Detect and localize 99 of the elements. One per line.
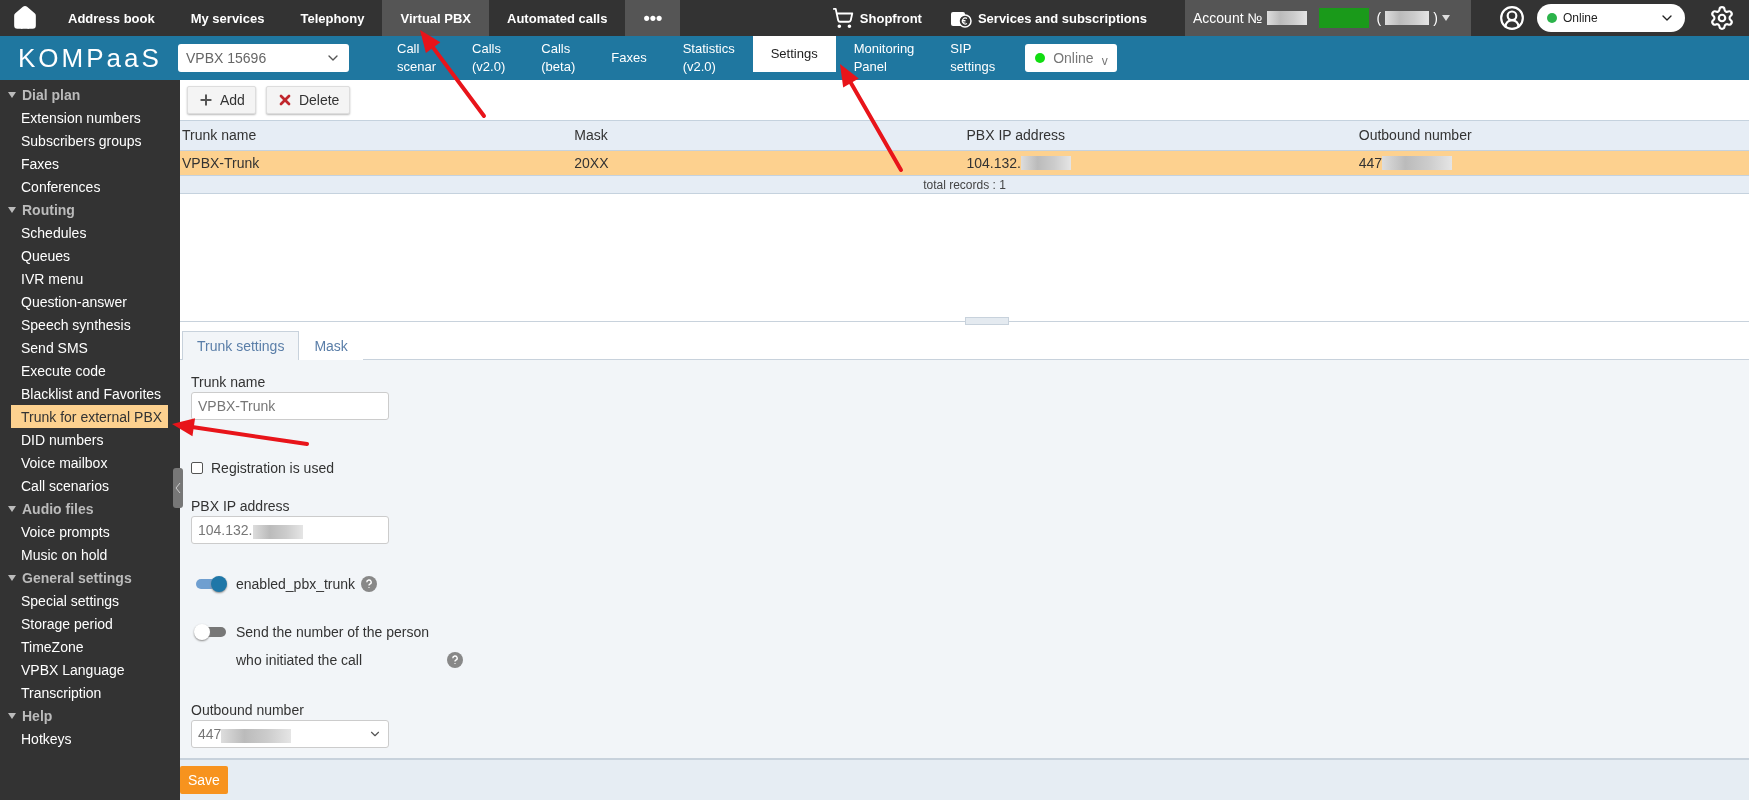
sidebar-item[interactable]: Trunk for external PBX bbox=[11, 405, 168, 428]
table-cell: 447 bbox=[1356, 150, 1749, 175]
caret-icon bbox=[8, 712, 16, 719]
toggle-label: Send the number of the person who initiated the call bbox=[236, 623, 431, 671]
help-icon[interactable] bbox=[447, 652, 463, 669]
collapse-handle[interactable] bbox=[173, 468, 183, 508]
sidebar-item[interactable]: TimeZone bbox=[11, 635, 168, 658]
caret-icon bbox=[1441, 15, 1450, 21]
plus-icon bbox=[198, 91, 214, 108]
sidebar-item[interactable]: Faxes bbox=[11, 152, 168, 175]
sidebar-item[interactable]: Special settings bbox=[11, 589, 168, 612]
redaction-blur bbox=[1318, 8, 1369, 28]
column-header[interactable]: Outbound number bbox=[1356, 119, 1749, 151]
splitter-handle[interactable] bbox=[964, 317, 1009, 326]
field-label: Outbound number bbox=[191, 702, 305, 719]
header-tab[interactable]: Calls (v2.0) bbox=[454, 36, 524, 80]
sidebar-item[interactable]: Voice mailbox bbox=[11, 451, 168, 474]
table-footer: total records : 1 bbox=[180, 174, 1749, 195]
sidebar-item[interactable]: Music on hold bbox=[11, 543, 168, 566]
redaction-blur bbox=[252, 524, 303, 539]
caret-icon bbox=[8, 574, 16, 581]
header-tab[interactable]: Settings bbox=[752, 36, 836, 72]
shopfront-link[interactable]: Shopfront bbox=[813, 0, 940, 36]
header-tab[interactable]: SIP settings bbox=[932, 36, 1014, 80]
sidebar-item[interactable]: Extension numbers bbox=[11, 106, 168, 129]
field-label: PBX IP address bbox=[191, 498, 291, 515]
sidebar-item[interactable]: DID numbers bbox=[11, 428, 168, 451]
sidebar-item[interactable]: Execute code bbox=[11, 359, 168, 382]
nav-tab[interactable]: Automated calls bbox=[489, 0, 626, 36]
sidebar-group[interactable]: General settings bbox=[0, 566, 170, 589]
status-select[interactable]: Online v bbox=[1025, 44, 1118, 72]
vpbx-select[interactable]: VPBX 15696 bbox=[178, 44, 349, 72]
toggle-label: enabled_pbx_trunk bbox=[236, 575, 356, 595]
sidebar-group[interactable]: Dial plan bbox=[0, 83, 170, 106]
account-paren: ( bbox=[1376, 10, 1382, 26]
text-field[interactable]: 104.132. bbox=[191, 516, 389, 545]
sidebar-item[interactable]: Blacklist and Favorites bbox=[11, 382, 168, 405]
checkbox-label: Registration is used bbox=[211, 460, 334, 477]
column-header[interactable]: Trunk name bbox=[180, 119, 573, 151]
sidebar-item[interactable]: IVR menu bbox=[11, 267, 168, 290]
sidebar-item[interactable]: Transcription bbox=[11, 681, 168, 704]
header-tab[interactable]: Call scenar bbox=[379, 36, 455, 80]
sidebar-item[interactable]: Subscribers groups bbox=[11, 129, 168, 152]
column-header[interactable]: PBX IP address bbox=[964, 119, 1357, 151]
redaction-blur bbox=[1266, 11, 1307, 25]
home-icon[interactable] bbox=[12, 5, 38, 31]
redaction-blur bbox=[1382, 155, 1453, 170]
add-button[interactable]: Add bbox=[187, 85, 256, 114]
help-icon[interactable] bbox=[361, 576, 378, 593]
logo: KOMPaaS bbox=[17, 41, 163, 75]
sidebar-item[interactable]: Call scenarios bbox=[11, 474, 168, 497]
header-tab[interactable]: Statistics (v2.0) bbox=[664, 36, 753, 80]
more-button[interactable]: ••• bbox=[625, 0, 681, 36]
caret-icon bbox=[8, 91, 16, 98]
sidebar-item[interactable]: Hotkeys bbox=[11, 727, 168, 750]
sidebar-item[interactable]: VPBX Language bbox=[11, 658, 168, 681]
status-dot bbox=[1035, 53, 1046, 63]
select-field[interactable]: 447 bbox=[191, 720, 389, 749]
delete-button[interactable]: Delete bbox=[265, 85, 351, 114]
account-menu[interactable]: Account № ( ) bbox=[1185, 0, 1471, 36]
account-label: Account № bbox=[1193, 10, 1263, 26]
redaction-blur bbox=[1021, 155, 1071, 170]
header-tab[interactable]: Monitoring Panel bbox=[835, 36, 933, 80]
header-tab[interactable]: Faxes bbox=[593, 36, 665, 80]
table-cell: VPBX-Trunk bbox=[180, 150, 573, 175]
sidebar-item[interactable]: Conferences bbox=[11, 175, 168, 198]
sidebar-group[interactable]: Audio files bbox=[0, 497, 170, 520]
sidebar-item[interactable]: Send SMS bbox=[11, 336, 168, 359]
status-select[interactable]: Online bbox=[1537, 4, 1685, 32]
sidebar-item[interactable]: Storage period bbox=[11, 612, 168, 635]
nav-tab[interactable]: Virtual PBX bbox=[382, 0, 490, 36]
redaction-blur bbox=[221, 728, 292, 743]
sidebar-group[interactable]: Help bbox=[0, 704, 170, 727]
settings-icon[interactable] bbox=[1709, 5, 1735, 31]
redaction-blur bbox=[1385, 11, 1430, 25]
table-cell: 104.132. bbox=[964, 150, 1357, 175]
sidebar-item[interactable]: Voice prompts bbox=[11, 520, 168, 543]
sidebar-item[interactable]: Speech synthesis bbox=[11, 313, 168, 336]
nav-tab[interactable]: My services bbox=[172, 0, 283, 36]
caret-icon bbox=[8, 505, 16, 512]
sidebar-item[interactable]: Queues bbox=[11, 244, 168, 267]
status-dot bbox=[1547, 13, 1557, 23]
header-tab[interactable]: Calls (beta) bbox=[523, 36, 594, 80]
table-cell: 20XX bbox=[572, 150, 965, 175]
text-field[interactable]: VPBX-Trunk bbox=[191, 392, 389, 421]
form-tab[interactable]: Trunk settings bbox=[182, 331, 300, 361]
user-icon[interactable] bbox=[1499, 5, 1525, 31]
nav-tab[interactable]: Telephony bbox=[282, 0, 383, 36]
account-paren: ) bbox=[1433, 10, 1438, 26]
services-link[interactable]: Services and subscriptions bbox=[939, 0, 1157, 36]
sidebar-item[interactable]: Question-answer bbox=[11, 290, 168, 313]
field-label: Trunk name bbox=[191, 374, 267, 391]
column-header[interactable]: Mask bbox=[572, 119, 965, 151]
cart-icon bbox=[831, 7, 854, 29]
caret-icon bbox=[8, 206, 16, 213]
sidebar-item[interactable]: Schedules bbox=[11, 221, 168, 244]
sidebar-group[interactable]: Routing bbox=[0, 198, 170, 221]
checkbox[interactable] bbox=[191, 462, 203, 475]
nav-tab[interactable]: Address book bbox=[50, 0, 173, 36]
